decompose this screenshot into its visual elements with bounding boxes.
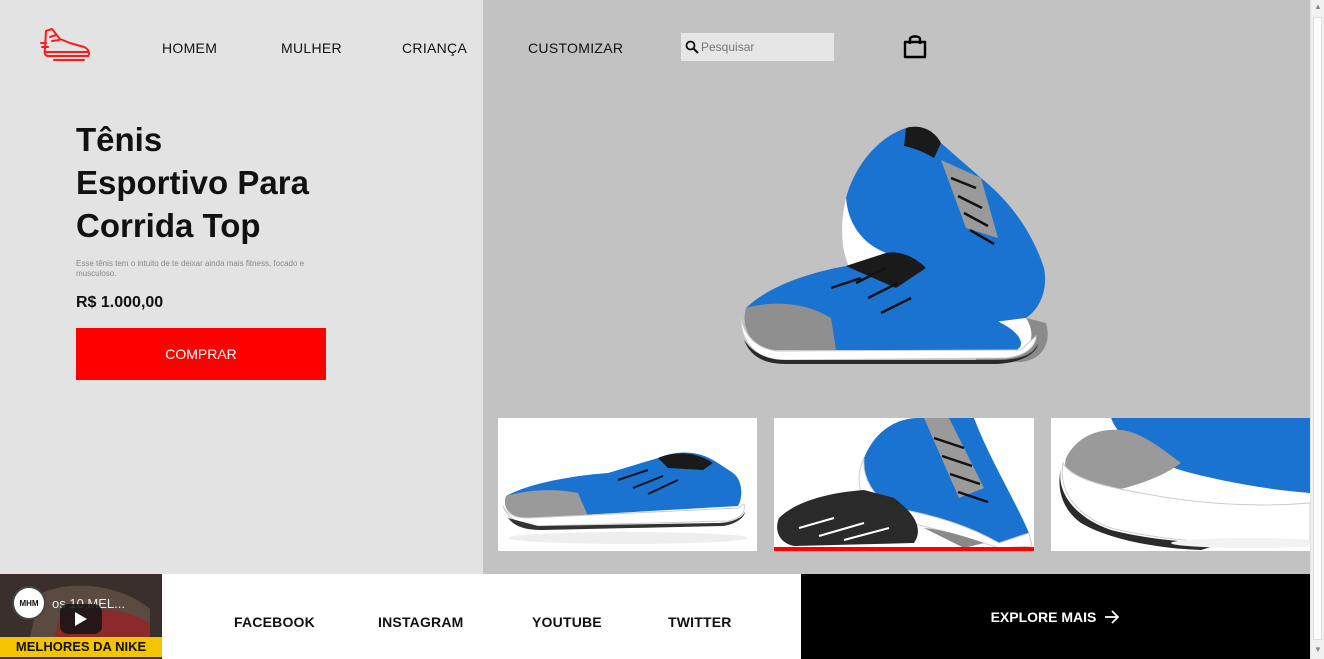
thumbnail-shoe-side-image	[502, 452, 748, 544]
product-title-line-3: Corrida Top	[76, 207, 261, 244]
explore-more-button[interactable]: EXPLORE MAIS	[801, 574, 1310, 659]
play-icon	[75, 612, 87, 626]
arrow-right-icon	[1105, 609, 1120, 624]
shoe-logo-icon[interactable]	[40, 27, 92, 63]
thumbnail-shoe-closeup-image	[1059, 418, 1310, 550]
scroll-up-arrow-icon[interactable]: ▲	[1314, 2, 1322, 11]
nav-item-crianca[interactable]: CRIANÇA	[402, 40, 467, 56]
product-title-line-2: Esportivo Para	[76, 164, 309, 201]
scrollbar-thumb[interactable]	[1313, 17, 1322, 640]
footer-link-twitter[interactable]: TWITTER	[668, 614, 732, 630]
explore-more-label: EXPLORE MAIS	[990, 608, 1097, 625]
product-description: Esse tênis tem o intuito de te deixar ai…	[76, 259, 305, 278]
product-title: Tênis Esportivo Para Corrida Top	[76, 118, 396, 247]
shopping-bag-icon[interactable]	[902, 33, 928, 59]
search-input[interactable]	[701, 40, 829, 54]
footer-video-embed[interactable]: MHM os 10 MEL... MELHORES DA NIKE	[0, 574, 162, 659]
page-scrollbar[interactable]: ▲ ▼	[1310, 0, 1324, 659]
nav-item-homem[interactable]: HOMEM	[162, 40, 217, 56]
footer-link-instagram[interactable]: INSTAGRAM	[378, 614, 464, 630]
hero-shoe-image	[740, 126, 1048, 364]
product-title-line-1: Tênis	[76, 121, 163, 158]
search-box[interactable]	[681, 33, 834, 61]
footer-social-links: FACEBOOK INSTAGRAM YOUTUBE TWITTER	[162, 574, 801, 659]
nav-item-mulher[interactable]: MULHER	[281, 40, 342, 56]
video-banner-text: MELHORES DA NIKE	[0, 637, 162, 657]
thumbnail-1[interactable]	[498, 418, 757, 551]
search-icon	[685, 40, 699, 54]
thumbnail-active-indicator	[774, 547, 1034, 551]
product-price: R$ 1.000,00	[76, 294, 164, 311]
video-play-button[interactable]	[60, 604, 102, 634]
thumbnail-3[interactable]	[1051, 418, 1310, 551]
thumbnail-2[interactable]	[774, 418, 1034, 551]
thumbnail-shoe-pair-image	[777, 418, 1033, 549]
scroll-down-arrow-icon[interactable]: ▼	[1314, 645, 1322, 654]
footer-link-facebook[interactable]: FACEBOOK	[234, 614, 315, 630]
nav-item-customizar[interactable]: CUSTOMIZAR	[528, 40, 623, 56]
buy-button[interactable]: COMPRAR	[76, 328, 326, 380]
video-channel-avatar: MHM	[12, 586, 46, 620]
hero-left-panel	[0, 0, 483, 574]
footer-link-youtube[interactable]: YOUTUBE	[532, 614, 602, 630]
